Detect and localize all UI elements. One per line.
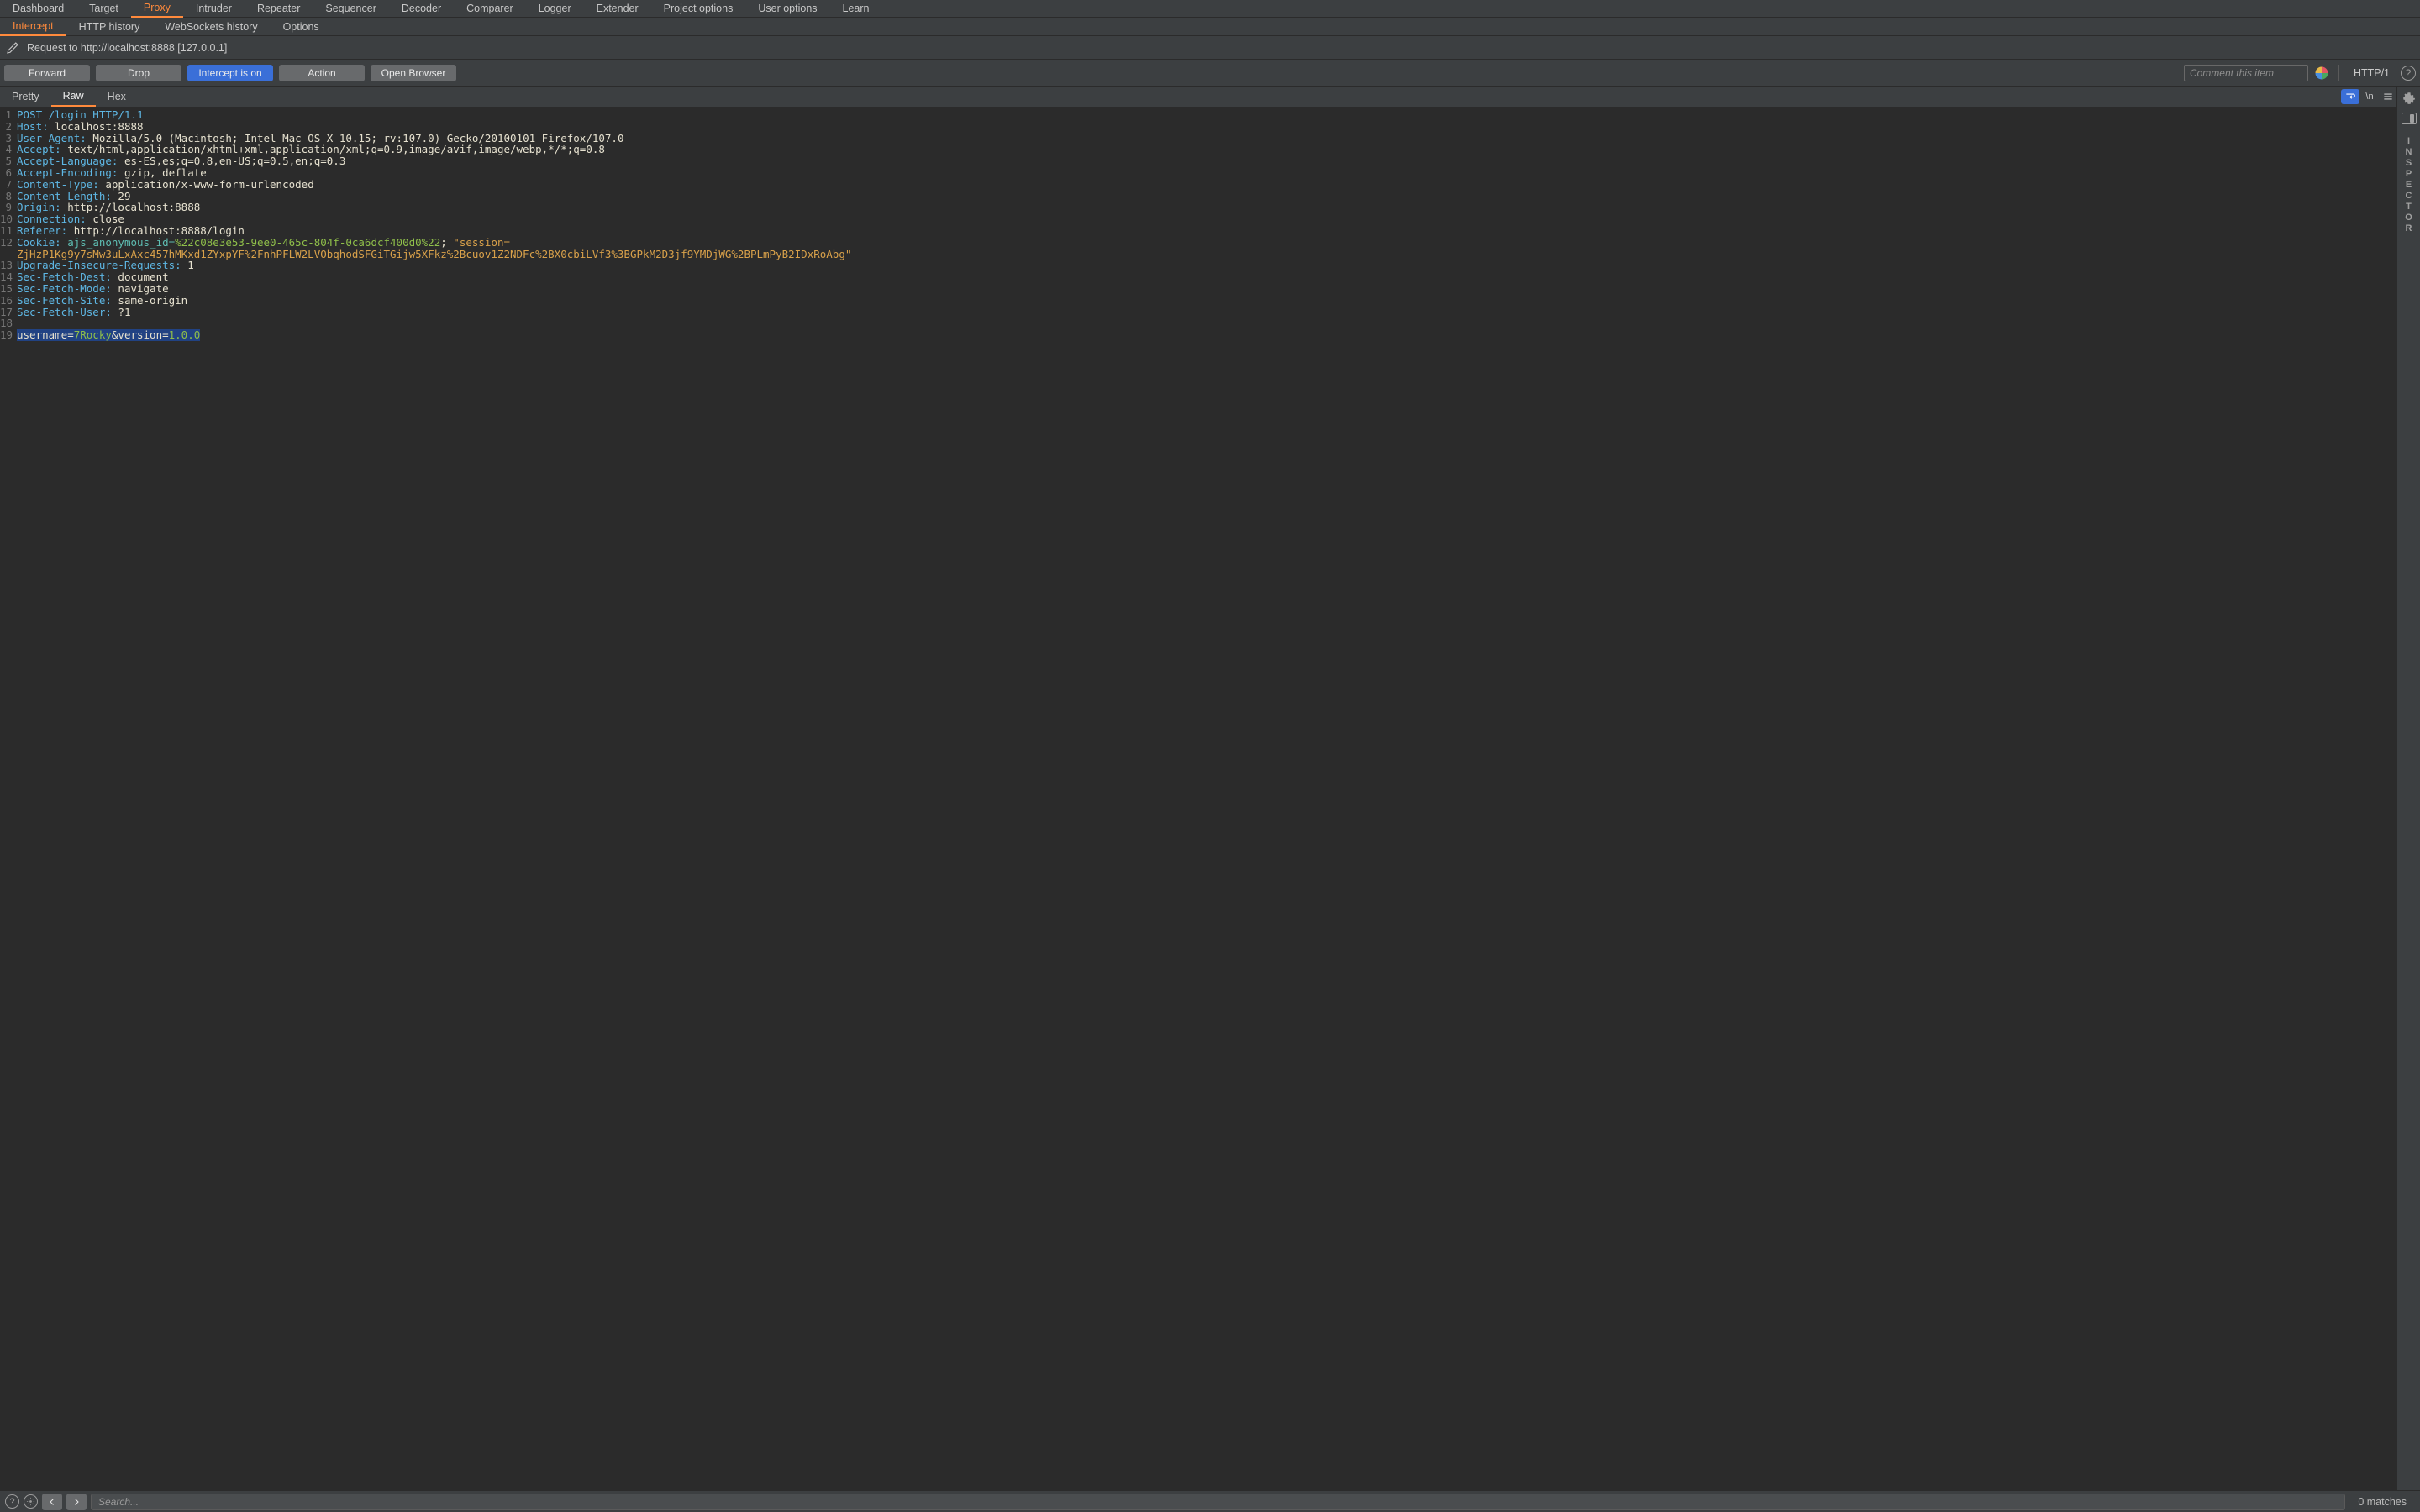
drop-button[interactable]: Drop bbox=[96, 65, 182, 81]
top-tab-logger[interactable]: Logger bbox=[526, 0, 584, 17]
raw-request-editor[interactable]: 1POST /login HTTP/1.12Host: localhost:88… bbox=[0, 108, 2396, 1490]
search-input[interactable] bbox=[91, 1494, 2345, 1510]
code-line[interactable]: 15Sec-Fetch-Mode: navigate bbox=[0, 283, 2396, 295]
sub-tab-options[interactable]: Options bbox=[271, 18, 332, 35]
code-line[interactable]: 1POST /login HTTP/1.1 bbox=[0, 109, 2396, 121]
divider bbox=[2338, 65, 2339, 81]
intercept-action-row: Forward Drop Intercept is on Action Open… bbox=[0, 60, 2420, 87]
editor-tab-hex[interactable]: Hex bbox=[96, 87, 138, 106]
editor-main: PrettyRawHex \n 1POST /login HTTP/1.12Ho… bbox=[0, 87, 2420, 1490]
search-settings-icon[interactable] bbox=[24, 1494, 38, 1509]
toggle-inspector-panel-icon[interactable] bbox=[2402, 113, 2417, 124]
hamburger-menu-icon[interactable] bbox=[2380, 89, 2396, 104]
code-line[interactable]: 16Sec-Fetch-Site: same-origin bbox=[0, 295, 2396, 307]
bottom-bar: ? 0 matches bbox=[0, 1490, 2420, 1512]
top-tab-repeater[interactable]: Repeater bbox=[245, 0, 313, 17]
editor-tab-pretty[interactable]: Pretty bbox=[0, 87, 51, 106]
code-line[interactable]: 12Cookie: ajs_anonymous_id=%22c08e3e53-9… bbox=[0, 237, 2396, 249]
line-number: 1 bbox=[0, 109, 17, 121]
code-line[interactable]: 3User-Agent: Mozilla/5.0 (Macintosh; Int… bbox=[0, 133, 2396, 144]
line-number: 2 bbox=[0, 121, 17, 133]
editor-settings-icon[interactable] bbox=[2402, 91, 2417, 106]
sub-tab-http-history[interactable]: HTTP history bbox=[66, 18, 153, 35]
word-wrap-icon[interactable] bbox=[2341, 89, 2360, 104]
line-number bbox=[0, 249, 17, 260]
top-tab-dashboard[interactable]: Dashboard bbox=[0, 0, 76, 17]
top-tab-learn[interactable]: Learn bbox=[830, 0, 882, 17]
code-line[interactable]: 10Connection: close bbox=[0, 213, 2396, 225]
top-tab-decoder[interactable]: Decoder bbox=[389, 0, 454, 17]
code-line[interactable]: 14Sec-Fetch-Dest: document bbox=[0, 271, 2396, 283]
line-number: 10 bbox=[0, 213, 17, 225]
code-line[interactable]: 19username=7Rocky&version=1.0.0 bbox=[0, 329, 2396, 341]
line-number: 12 bbox=[0, 237, 17, 249]
code-line[interactable]: 4Accept: text/html,application/xhtml+xml… bbox=[0, 144, 2396, 155]
line-number: 6 bbox=[0, 167, 17, 179]
request-info-row: Request to http://localhost:8888 [127.0.… bbox=[0, 36, 2420, 60]
line-number: 17 bbox=[0, 307, 17, 318]
top-tab-intruder[interactable]: Intruder bbox=[183, 0, 245, 17]
request-target-label: Request to http://localhost:8888 [127.0.… bbox=[27, 42, 227, 54]
intercept-toggle-button[interactable]: Intercept is on bbox=[187, 65, 273, 81]
top-tab-target[interactable]: Target bbox=[76, 0, 131, 17]
search-next-button[interactable] bbox=[66, 1494, 87, 1510]
code-line[interactable]: 7Content-Type: application/x-www-form-ur… bbox=[0, 179, 2396, 191]
action-button[interactable]: Action bbox=[279, 65, 365, 81]
code-line[interactable]: 5Accept-Language: es-ES,es;q=0.8,en-US;q… bbox=[0, 155, 2396, 167]
sub-tab-websockets-history[interactable]: WebSockets history bbox=[152, 18, 270, 35]
editor-view-tab-bar: PrettyRawHex \n bbox=[0, 87, 2396, 108]
code-line[interactable]: 17Sec-Fetch-User: ?1 bbox=[0, 307, 2396, 318]
line-number: 14 bbox=[0, 271, 17, 283]
line-number: 19 bbox=[0, 329, 17, 341]
line-number: 8 bbox=[0, 191, 17, 202]
line-number: 18 bbox=[0, 318, 17, 329]
code-line[interactable]: 8Content-Length: 29 bbox=[0, 191, 2396, 202]
line-number: 5 bbox=[0, 155, 17, 167]
top-tab-project-options[interactable]: Project options bbox=[651, 0, 746, 17]
highlight-color-icon[interactable] bbox=[2314, 66, 2329, 81]
editor-column: PrettyRawHex \n 1POST /login HTTP/1.12Ho… bbox=[0, 87, 2396, 1490]
comment-input[interactable] bbox=[2184, 65, 2308, 81]
top-tab-extender[interactable]: Extender bbox=[584, 0, 651, 17]
inspector-label: INSPECTOR bbox=[2404, 136, 2414, 234]
open-browser-button[interactable]: Open Browser bbox=[371, 65, 456, 81]
top-tab-comparer[interactable]: Comparer bbox=[454, 0, 526, 17]
help-icon[interactable]: ? bbox=[2401, 66, 2416, 81]
line-number: 9 bbox=[0, 202, 17, 213]
code-line[interactable]: 13Upgrade-Insecure-Requests: 1 bbox=[0, 260, 2396, 271]
http-version-label[interactable]: HTTP/1 bbox=[2354, 67, 2390, 79]
line-number: 4 bbox=[0, 144, 17, 155]
top-tab-bar: DashboardTargetProxyIntruderRepeaterSequ… bbox=[0, 0, 2420, 18]
line-number: 15 bbox=[0, 283, 17, 295]
search-prev-button[interactable] bbox=[42, 1494, 62, 1510]
line-number: 16 bbox=[0, 295, 17, 307]
top-tab-proxy[interactable]: Proxy bbox=[131, 0, 183, 18]
search-help-icon[interactable]: ? bbox=[5, 1494, 19, 1509]
proxy-sub-tab-bar: InterceptHTTP historyWebSockets historyO… bbox=[0, 18, 2420, 36]
editor-tab-raw[interactable]: Raw bbox=[51, 87, 96, 107]
line-number: 13 bbox=[0, 260, 17, 271]
search-matches-label: 0 matches bbox=[2358, 1496, 2407, 1508]
sub-tab-intercept[interactable]: Intercept bbox=[0, 18, 66, 36]
code-line[interactable]: 6Accept-Encoding: gzip, deflate bbox=[0, 167, 2396, 179]
top-tab-user-options[interactable]: User options bbox=[745, 0, 829, 17]
code-line[interactable]: ZjHzP1Kg9y7sMw3uLxAxc457hMKxd1ZYxpYF%2Fn… bbox=[0, 249, 2396, 260]
code-line[interactable]: 18 bbox=[0, 318, 2396, 329]
newline-indicator-icon[interactable]: \n bbox=[2360, 89, 2380, 104]
code-line[interactable]: 2Host: localhost:8888 bbox=[0, 121, 2396, 133]
line-number: 7 bbox=[0, 179, 17, 191]
forward-button[interactable]: Forward bbox=[4, 65, 90, 81]
top-tab-sequencer[interactable]: Sequencer bbox=[313, 0, 388, 17]
code-line[interactable]: 11Referer: http://localhost:8888/login bbox=[0, 225, 2396, 237]
line-number: 3 bbox=[0, 133, 17, 144]
code-line[interactable]: 9Origin: http://localhost:8888 bbox=[0, 202, 2396, 213]
right-sidebar: INSPECTOR bbox=[2396, 87, 2420, 1490]
line-number: 11 bbox=[0, 225, 17, 237]
edit-icon[interactable] bbox=[5, 40, 20, 55]
